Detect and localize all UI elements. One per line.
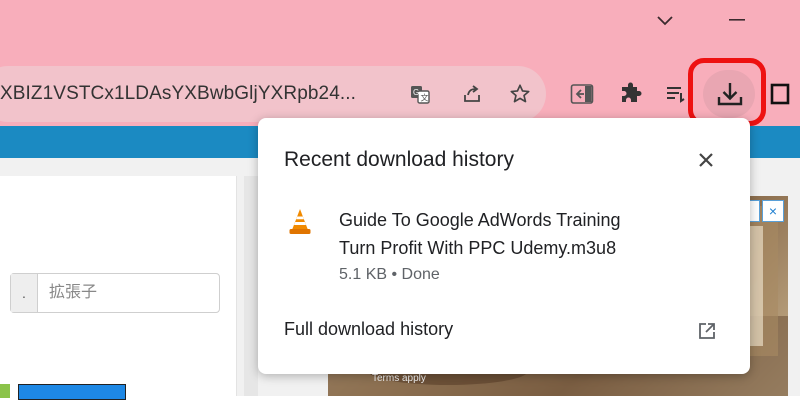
full-download-history-link[interactable]: Full download history	[284, 319, 453, 340]
reading-list-icon[interactable]	[664, 80, 688, 108]
download-item-name[interactable]: Guide To Google AdWords Training Turn Pr…	[339, 206, 621, 262]
download-bubble: Recent download history Guide To Google …	[258, 118, 750, 374]
url-text[interactable]: XBIZ1VSTCx1LDAsYXBwbGljYXRpb24...	[0, 66, 356, 122]
search-panel: . 拡張子	[0, 176, 237, 400]
popup-title: Recent download history	[284, 148, 514, 171]
ad-close-icon[interactable]: ×	[762, 200, 784, 222]
extension-input[interactable]: 拡張子	[49, 274, 97, 312]
close-icon[interactable]	[694, 148, 718, 172]
open-external-icon[interactable]	[696, 320, 718, 342]
ad-terms-text: Terms apply	[372, 373, 426, 384]
sidebar-icon[interactable]	[568, 80, 596, 108]
svg-text:文: 文	[421, 93, 429, 103]
browser-toolbar: XBIZ1VSTCx1LDAsYXBwbGljYXRpb24... G文	[0, 62, 800, 126]
translate-icon[interactable]: G文	[408, 82, 432, 106]
chevron-down-icon[interactable]	[650, 8, 680, 32]
download-highlight-box	[688, 58, 766, 126]
vlc-cone-icon	[288, 208, 312, 241]
minimize-icon[interactable]	[722, 8, 752, 32]
share-icon[interactable]	[460, 82, 484, 106]
profile-icon[interactable]	[768, 82, 792, 106]
extension-input-group[interactable]: . 拡張子	[10, 273, 220, 313]
download-item-name-line2: Turn Profit With PPC Udemy.m3u8	[339, 238, 617, 258]
extensions-icon[interactable]	[617, 80, 645, 108]
scrollbar[interactable]	[244, 176, 258, 396]
title-bar	[0, 0, 800, 62]
input-addon: .	[11, 274, 38, 312]
blue-button[interactable]	[18, 384, 126, 400]
address-bar[interactable]: XBIZ1VSTCx1LDAsYXBwbGljYXRpb24... G文	[0, 66, 546, 122]
svg-text:G: G	[413, 88, 419, 97]
download-item-name-line1: Guide To Google AdWords Training	[339, 210, 621, 230]
download-item-status: 5.1 KB • Done	[339, 266, 440, 283]
star-icon[interactable]	[508, 82, 532, 106]
